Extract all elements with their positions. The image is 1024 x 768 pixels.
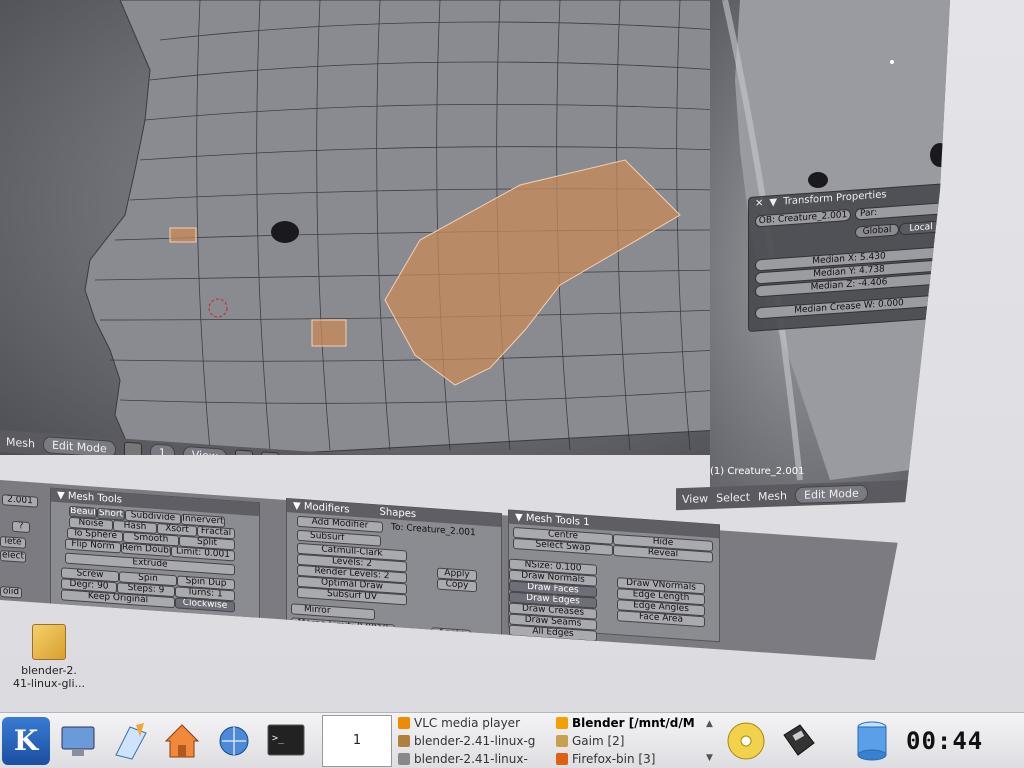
shapes-tab[interactable]: Shapes: [380, 506, 417, 522]
collapse-icon[interactable]: ▼: [293, 500, 304, 512]
mesh-menu-label[interactable]: Mesh: [6, 435, 35, 450]
task-label: Firefox-bin [3]: [572, 751, 656, 766]
median-crease-field[interactable]: Median Crease W: 0.000: [755, 294, 943, 320]
scroll-down-icon[interactable]: ▼: [706, 753, 720, 763]
draw-type-icon[interactable]: [234, 449, 253, 455]
desktop-number: 1: [352, 733, 362, 748]
mesh-tools-title: Mesh Tools: [67, 490, 123, 506]
side-select-menu[interactable]: Select: [716, 490, 750, 504]
object-name-partial[interactable]: 2.001: [2, 494, 38, 508]
svg-text:>_: >_: [272, 733, 285, 744]
modifiers-panel: ▼ Modifiers Shapes Add Modifier To: Crea…: [286, 497, 502, 642]
scroll-up-icon[interactable]: ▲: [706, 719, 720, 729]
hard-drive-icon[interactable]: [848, 717, 896, 765]
layer-field[interactable]: 1: [149, 442, 175, 455]
object-name-field[interactable]: OB: Creature_2.001: [755, 208, 851, 228]
blender-window: Mesh Edit Mode 1 View (1) Creature_2.001: [0, 0, 950, 660]
desktop-file-icon[interactable]: blender-2. 41-linux-gli...: [8, 620, 90, 700]
kde-taskbar: K >_ 1 VLC media player Blender [/mnt/d/…: [0, 712, 1024, 768]
mesh-tools-panel: ▼ Mesh Tools Beaul Short Subdivide Inner…: [50, 487, 260, 623]
task-label: VLC media player: [414, 715, 521, 730]
mesh-tools-1-panel: ▼ Mesh Tools 1 Centre Hide Select Swap R…: [508, 509, 720, 643]
task-vlc[interactable]: VLC media player: [398, 714, 546, 732]
parent-field[interactable]: Par:: [855, 202, 943, 221]
task-blender-folder[interactable]: blender-2.41-linux-: [398, 750, 546, 768]
vlc-icon: [398, 716, 410, 729]
modifier-target-label: To: Creature_2.001: [391, 522, 476, 539]
select-mode-icon[interactable]: [260, 451, 279, 455]
collapse-icon[interactable]: ▼: [515, 512, 526, 524]
desktop-file-label-1: blender-2.: [21, 664, 77, 677]
select-button-partial[interactable]: elect: [0, 550, 26, 563]
task-label: blender-2.41-linux-g: [414, 733, 536, 748]
clock[interactable]: 00:44: [906, 727, 983, 755]
remove-doubles-button[interactable]: Rem Doubl: [121, 542, 171, 557]
help-button[interactable]: ?: [12, 520, 30, 534]
x-icon: [398, 752, 410, 765]
object-name-label: (1) Creature_2.001: [710, 466, 805, 477]
copy-modifier-button[interactable]: Copy: [437, 578, 477, 593]
task-blender-archive[interactable]: blender-2.41-linux-g: [398, 732, 546, 750]
close-icon[interactable]: ✕: [755, 198, 763, 211]
mesh-tools-1-title: Mesh Tools 1: [525, 512, 590, 529]
terminal-icon[interactable]: >_: [262, 717, 310, 765]
pivot-icon[interactable]: [123, 441, 142, 455]
modifiers-tab[interactable]: Modifiers: [304, 501, 350, 515]
collapse-icon[interactable]: ▼: [769, 197, 777, 210]
task-label: Blender [/mnt/d/M: [572, 715, 695, 730]
side-mode-select[interactable]: Edit Mode: [795, 483, 868, 504]
head-mesh-render: [84, 0, 720, 455]
blender-icon: [556, 716, 568, 729]
offset-field[interactable]: Offset: 1.00: [148, 617, 224, 634]
desktop: Mesh Edit Mode 1 View (1) Creature_2.001: [0, 0, 1024, 712]
mode-select[interactable]: Edit Mode: [42, 435, 116, 455]
task-gaim[interactable]: Gaim [2]: [556, 732, 706, 750]
firefox-icon: [556, 752, 568, 765]
desktop-pager[interactable]: 1: [322, 714, 392, 767]
floppy-drive-icon[interactable]: [774, 717, 822, 765]
side-view-menu[interactable]: View: [682, 492, 708, 506]
gaim-icon: [556, 734, 568, 747]
task-list: VLC media player Blender [/mnt/d/M blend…: [398, 714, 706, 768]
transform-properties-panel: ✕ ▼ Transform Properties OB: Creature_2.…: [748, 183, 948, 332]
cd-drive-icon[interactable]: [722, 717, 770, 765]
view-menu[interactable]: View: [182, 445, 227, 455]
local-toggle[interactable]: Local: [899, 220, 943, 236]
my-computer-icon[interactable]: [54, 717, 102, 765]
text-editor-icon[interactable]: [106, 717, 154, 765]
desktop-file-label-2: 41-linux-gli...: [12, 677, 86, 690]
task-label: blender-2.41-linux-: [414, 751, 528, 766]
home-folder-icon[interactable]: [158, 717, 206, 765]
k-menu-icon[interactable]: K: [2, 716, 50, 765]
apply-mirror-button[interactable]: Apply: [431, 627, 471, 641]
task-scroll[interactable]: ▲ ▼: [706, 719, 720, 763]
task-label: Gaim [2]: [572, 733, 625, 748]
main-3d-viewport[interactable]: Mesh Edit Mode 1 View: [0, 0, 720, 455]
task-blender[interactable]: Blender [/mnt/d/M: [556, 714, 706, 732]
delete-button-partial[interactable]: lete: [0, 536, 26, 549]
package-icon: [32, 624, 66, 660]
buttons-window: 2.001 ? lete elect olid ▼ Mesh Tools Bea…: [0, 480, 905, 660]
solid-button-partial[interactable]: olid: [0, 586, 22, 599]
archive-icon: [398, 734, 410, 747]
task-firefox[interactable]: Firefox-bin [3]: [556, 750, 706, 768]
side-mesh-menu[interactable]: Mesh: [758, 489, 787, 503]
merge-limit-field[interactable]: Merge Limit: 0.0010: [291, 617, 395, 636]
web-browser-icon[interactable]: [210, 717, 258, 765]
collapse-icon[interactable]: ▼: [57, 490, 68, 502]
global-toggle[interactable]: Global: [855, 223, 899, 239]
